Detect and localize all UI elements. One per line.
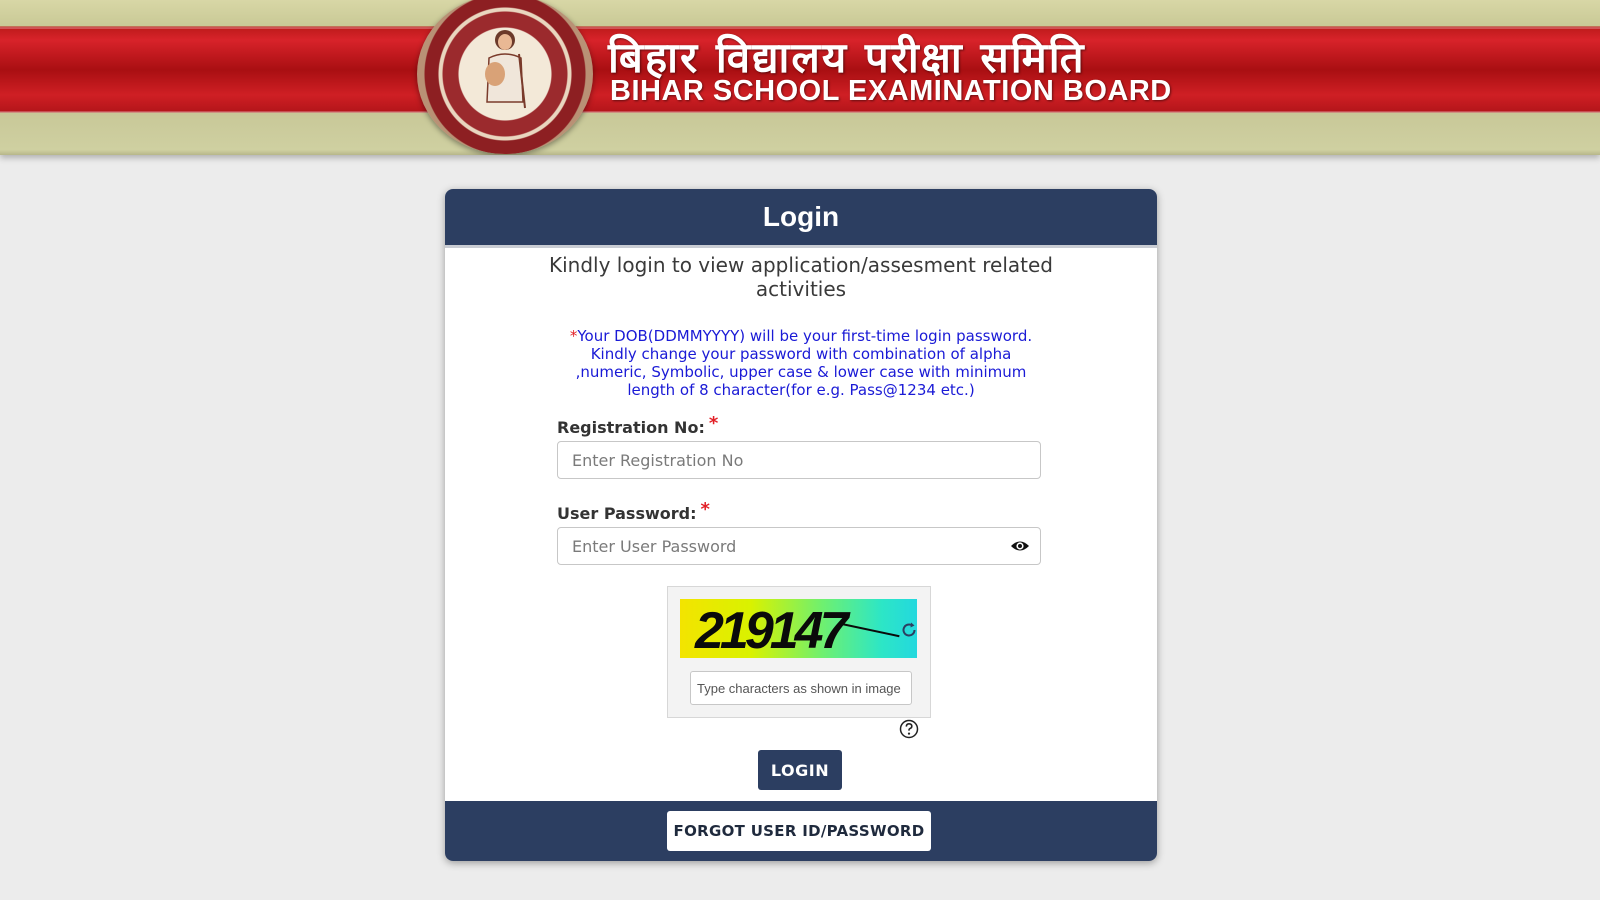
- password-label: User Password: *: [557, 499, 710, 523]
- login-subtitle: Kindly login to view application/assesme…: [548, 253, 1053, 301]
- login-card: Login Kindly login to view application/a…: [445, 189, 1157, 861]
- captcha-image: 219147: [680, 599, 917, 658]
- board-seal-logo: [417, 0, 593, 154]
- help-icon[interactable]: [899, 719, 919, 739]
- registration-input[interactable]: [557, 441, 1041, 479]
- login-card-footer: FORGOT USER ID/PASSWORD: [445, 801, 1157, 861]
- captcha-code: 219147: [695, 602, 849, 658]
- required-marker: *: [700, 499, 710, 520]
- registration-label-text: Registration No:: [557, 418, 705, 437]
- captcha-input[interactable]: [690, 671, 912, 705]
- password-note: *Your DOB(DDMMYYYY) will be your first-t…: [553, 327, 1049, 399]
- banner-title-english: BIHAR SCHOOL EXAMINATION BOARD: [610, 75, 1172, 107]
- password-input[interactable]: [557, 527, 1041, 565]
- login-card-header: Login: [445, 189, 1157, 248]
- captcha-noise-line: [840, 622, 900, 638]
- note-text: Your DOB(DDMMYYYY) will be your first-ti…: [575, 327, 1033, 399]
- banner-stripe: [0, 111, 1600, 113]
- captcha-panel: 219147: [667, 586, 931, 718]
- password-label-text: User Password:: [557, 504, 697, 523]
- header-banner: बिहार विद्यालय परीक्षा समिति BIHAR SCHOO…: [0, 0, 1600, 155]
- seal-figure-icon: [485, 30, 526, 109]
- login-button[interactable]: LOGIN: [758, 750, 842, 790]
- required-marker: *: [708, 413, 719, 434]
- refresh-captcha-icon[interactable]: [900, 621, 918, 639]
- login-title: Login: [762, 201, 840, 232]
- registration-label: Registration No: *: [557, 413, 718, 437]
- forgot-password-button[interactable]: FORGOT USER ID/PASSWORD: [667, 811, 931, 851]
- show-password-eye-icon[interactable]: [1010, 539, 1030, 553]
